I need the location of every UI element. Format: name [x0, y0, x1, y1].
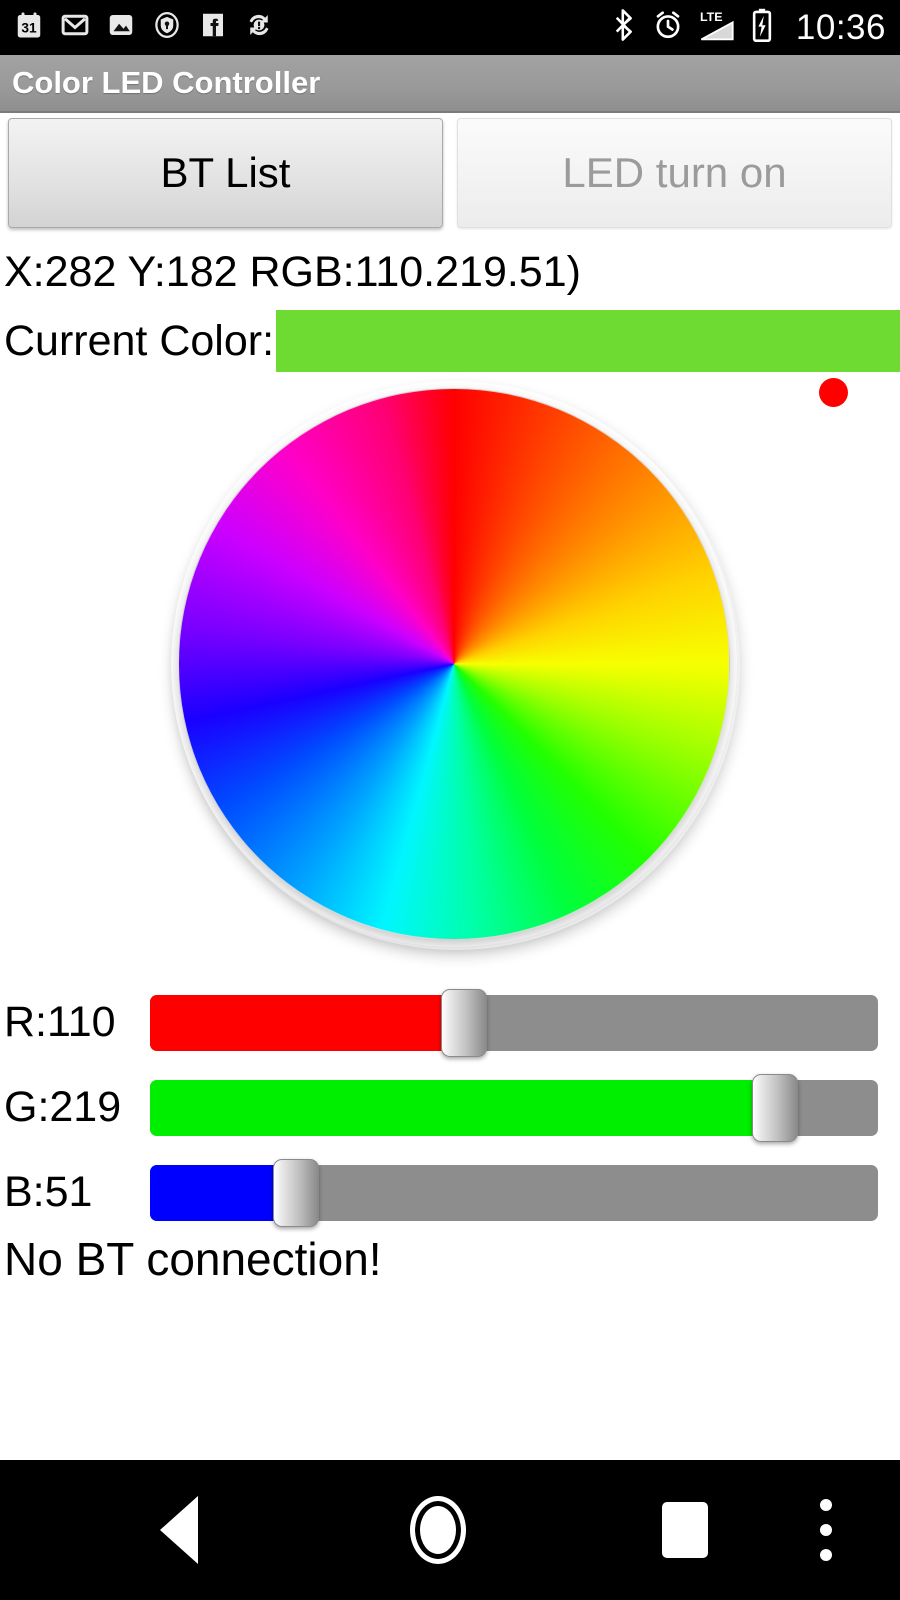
current-color-swatch	[276, 310, 900, 372]
gmail-icon	[60, 10, 90, 45]
app-title: Color LED Controller	[12, 65, 321, 100]
battery-charging-icon	[750, 8, 774, 47]
photos-icon	[106, 10, 136, 45]
alarm-icon	[652, 9, 684, 46]
rgb-sliders: R:110 G:219 B:51	[0, 980, 900, 1235]
bt-list-button[interactable]: BT List	[8, 118, 443, 228]
android-nav-bar	[0, 1460, 900, 1600]
green-slider-fill	[150, 1079, 776, 1136]
facebook-icon	[198, 10, 228, 45]
green-slider-label: G:219	[4, 1083, 122, 1131]
red-slider-label: R:110	[4, 998, 116, 1046]
nav-home-icon[interactable]	[410, 1496, 466, 1564]
color-wheel-marker-dot[interactable]	[819, 378, 848, 407]
status-bar: 31 LTE 10:36	[0, 0, 900, 55]
status-bar-clock: 10:36	[795, 8, 886, 47]
green-slider-thumb[interactable]	[752, 1073, 799, 1142]
red-slider-track[interactable]	[150, 988, 878, 1057]
calendar-icon: 31	[14, 10, 44, 45]
svg-text:LTE: LTE	[700, 10, 723, 24]
green-slider-track[interactable]	[150, 1073, 878, 1142]
status-bar-left-icons: 31	[14, 10, 274, 45]
nav-overflow-menu-icon[interactable]	[820, 1499, 832, 1561]
slider-row-blue: B:51	[0, 1150, 900, 1235]
blue-slider-track[interactable]	[150, 1158, 878, 1227]
blue-slider-label: B:51	[4, 1168, 93, 1216]
security-shield-icon	[152, 10, 182, 45]
red-slider-fill	[150, 994, 464, 1051]
slider-row-red: R:110	[0, 980, 900, 1065]
lte-signal-icon: LTE	[697, 8, 737, 47]
current-color-row: Current Color:	[0, 310, 900, 372]
bt-status-message: No BT connection!	[4, 1233, 382, 1285]
coordinate-rgb-readout: X:282 Y:182 RGB:110.219.51)	[4, 248, 581, 296]
app-action-bar: Color LED Controller	[0, 55, 900, 113]
button-row: BT List LED turn on	[0, 118, 900, 236]
sync-error-icon	[244, 10, 274, 45]
bluetooth-icon	[609, 8, 639, 47]
slider-row-green: G:219	[0, 1065, 900, 1150]
current-color-label: Current Color:	[4, 317, 275, 365]
svg-text:31: 31	[21, 21, 37, 36]
led-turn-on-button[interactable]: LED turn on	[457, 118, 892, 228]
color-wheel-area	[0, 378, 900, 968]
color-wheel-picker[interactable]	[178, 388, 730, 940]
blue-slider-thumb[interactable]	[272, 1158, 319, 1227]
phone-screen: 31 LTE 10:36 Color LED Controller BT Lis…	[0, 0, 900, 1600]
nav-recents-icon[interactable]	[662, 1502, 708, 1558]
status-bar-right-icons: LTE 10:36	[609, 8, 886, 47]
nav-back-icon[interactable]	[160, 1496, 198, 1564]
red-slider-thumb[interactable]	[440, 988, 487, 1057]
